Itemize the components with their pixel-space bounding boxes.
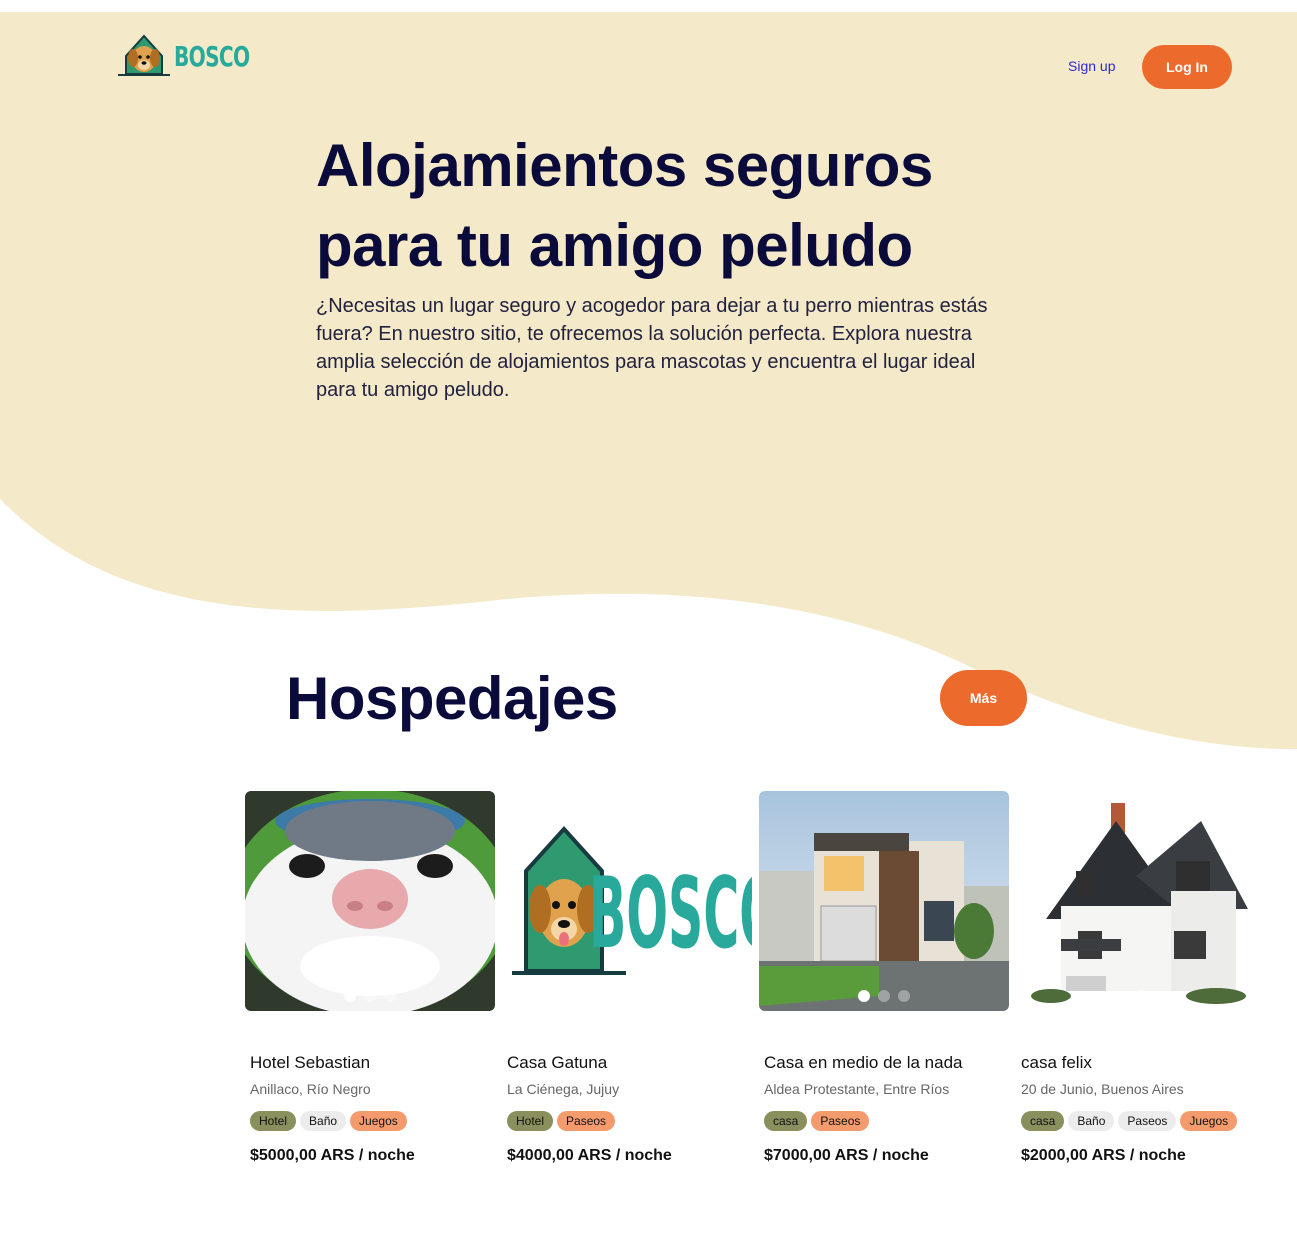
tag: Hotel xyxy=(507,1111,554,1131)
carousel-dot[interactable] xyxy=(364,990,376,1002)
listing-image-carousel[interactable] xyxy=(1016,791,1266,1011)
listing-image-carousel[interactable] xyxy=(245,791,495,1011)
classic-house-photo xyxy=(1016,791,1266,1011)
listing-price: $2000,00 ARS / noche xyxy=(1021,1147,1186,1164)
tag: Juegos xyxy=(1180,1111,1238,1131)
tag: casa xyxy=(1021,1111,1065,1131)
tag: Hotel xyxy=(250,1111,297,1131)
listing-image-carousel[interactable] xyxy=(759,791,1009,1011)
carousel-dot[interactable] xyxy=(858,990,870,1002)
hero-description: ¿Necesitas un lugar seguro y acogedor pa… xyxy=(316,295,988,401)
tag: Paseos xyxy=(1118,1111,1177,1131)
hero-title: Alojamientos seguros para tu amigo pelud… xyxy=(316,126,1016,286)
listing-card[interactable]: casa felix 20 de Junio, Buenos Aires cas… xyxy=(1016,791,1266,1165)
carousel-dot[interactable] xyxy=(878,990,890,1002)
listing-card[interactable]: Hotel Sebastian Anillaco, Río Negro Hote… xyxy=(245,791,495,1165)
listing-price: $4000,00 ARS / noche xyxy=(507,1147,672,1164)
tag: Baño xyxy=(300,1111,347,1131)
listing-tags: Hotel Paseos xyxy=(507,1111,752,1131)
signup-link[interactable]: Sign up xyxy=(1068,58,1115,74)
svg-text:BOSCO: BOSCO xyxy=(589,857,752,971)
cat-closeup-photo xyxy=(245,791,495,1011)
login-button[interactable]: Log In xyxy=(1142,45,1232,89)
listing-card[interactable]: Casa en medio de la nada Aldea Protestan… xyxy=(759,791,1009,1165)
logo-text: BOSCO xyxy=(174,39,250,73)
listing-tags: casa Baño Paseos Juegos xyxy=(1021,1111,1266,1131)
listing-name[interactable]: Hotel Sebastian xyxy=(250,1053,495,1073)
listing-tags: casa Paseos xyxy=(764,1111,1009,1131)
tag: Baño xyxy=(1068,1111,1115,1131)
carousel-dot[interactable] xyxy=(344,990,356,1002)
listing-image-carousel[interactable]: BOSCO xyxy=(502,791,752,1011)
listing-tags: Hotel Baño Juegos xyxy=(250,1111,495,1131)
listing-price: $5000,00 ARS / noche xyxy=(250,1147,415,1164)
carousel-dot[interactable] xyxy=(898,990,910,1002)
section-title: Hospedajes xyxy=(286,665,618,732)
listing-name[interactable]: casa felix xyxy=(1021,1053,1266,1073)
listing-card[interactable]: BOSCO Casa Gatuna La Ciénega, Jujuy Hote… xyxy=(502,791,752,1165)
tag: Paseos xyxy=(557,1111,616,1131)
carousel-dots[interactable] xyxy=(245,990,495,1002)
bosco-logo-image: BOSCO xyxy=(502,791,752,1011)
modern-house-photo xyxy=(759,791,1009,1011)
listing-name[interactable]: Casa Gatuna xyxy=(507,1053,752,1073)
carousel-dots[interactable] xyxy=(1016,990,1266,1002)
logo[interactable]: BOSCO xyxy=(116,34,279,78)
listing-location: Aldea Protestante, Entre Ríos xyxy=(764,1081,950,1097)
listing-location: Anillaco, Río Negro xyxy=(250,1081,371,1097)
tag: casa xyxy=(764,1111,808,1131)
listing-name[interactable]: Casa en medio de la nada xyxy=(764,1053,1009,1073)
listing-price: $7000,00 ARS / noche xyxy=(764,1147,929,1164)
listing-location: La Ciénega, Jujuy xyxy=(507,1081,620,1097)
hero-title-line2: para tu amigo peludo xyxy=(316,212,913,279)
carousel-dot[interactable] xyxy=(1135,990,1147,1002)
tag: Juegos xyxy=(350,1111,407,1131)
dog-logo-icon xyxy=(118,34,170,76)
tag: Paseos xyxy=(811,1111,870,1131)
carousel-dot[interactable] xyxy=(384,990,396,1002)
listing-location: 20 de Junio, Buenos Aires xyxy=(1021,1081,1184,1097)
carousel-dots[interactable] xyxy=(759,990,1009,1002)
more-button[interactable]: Más xyxy=(940,670,1027,726)
hero-title-line1: Alojamientos seguros xyxy=(316,132,933,199)
